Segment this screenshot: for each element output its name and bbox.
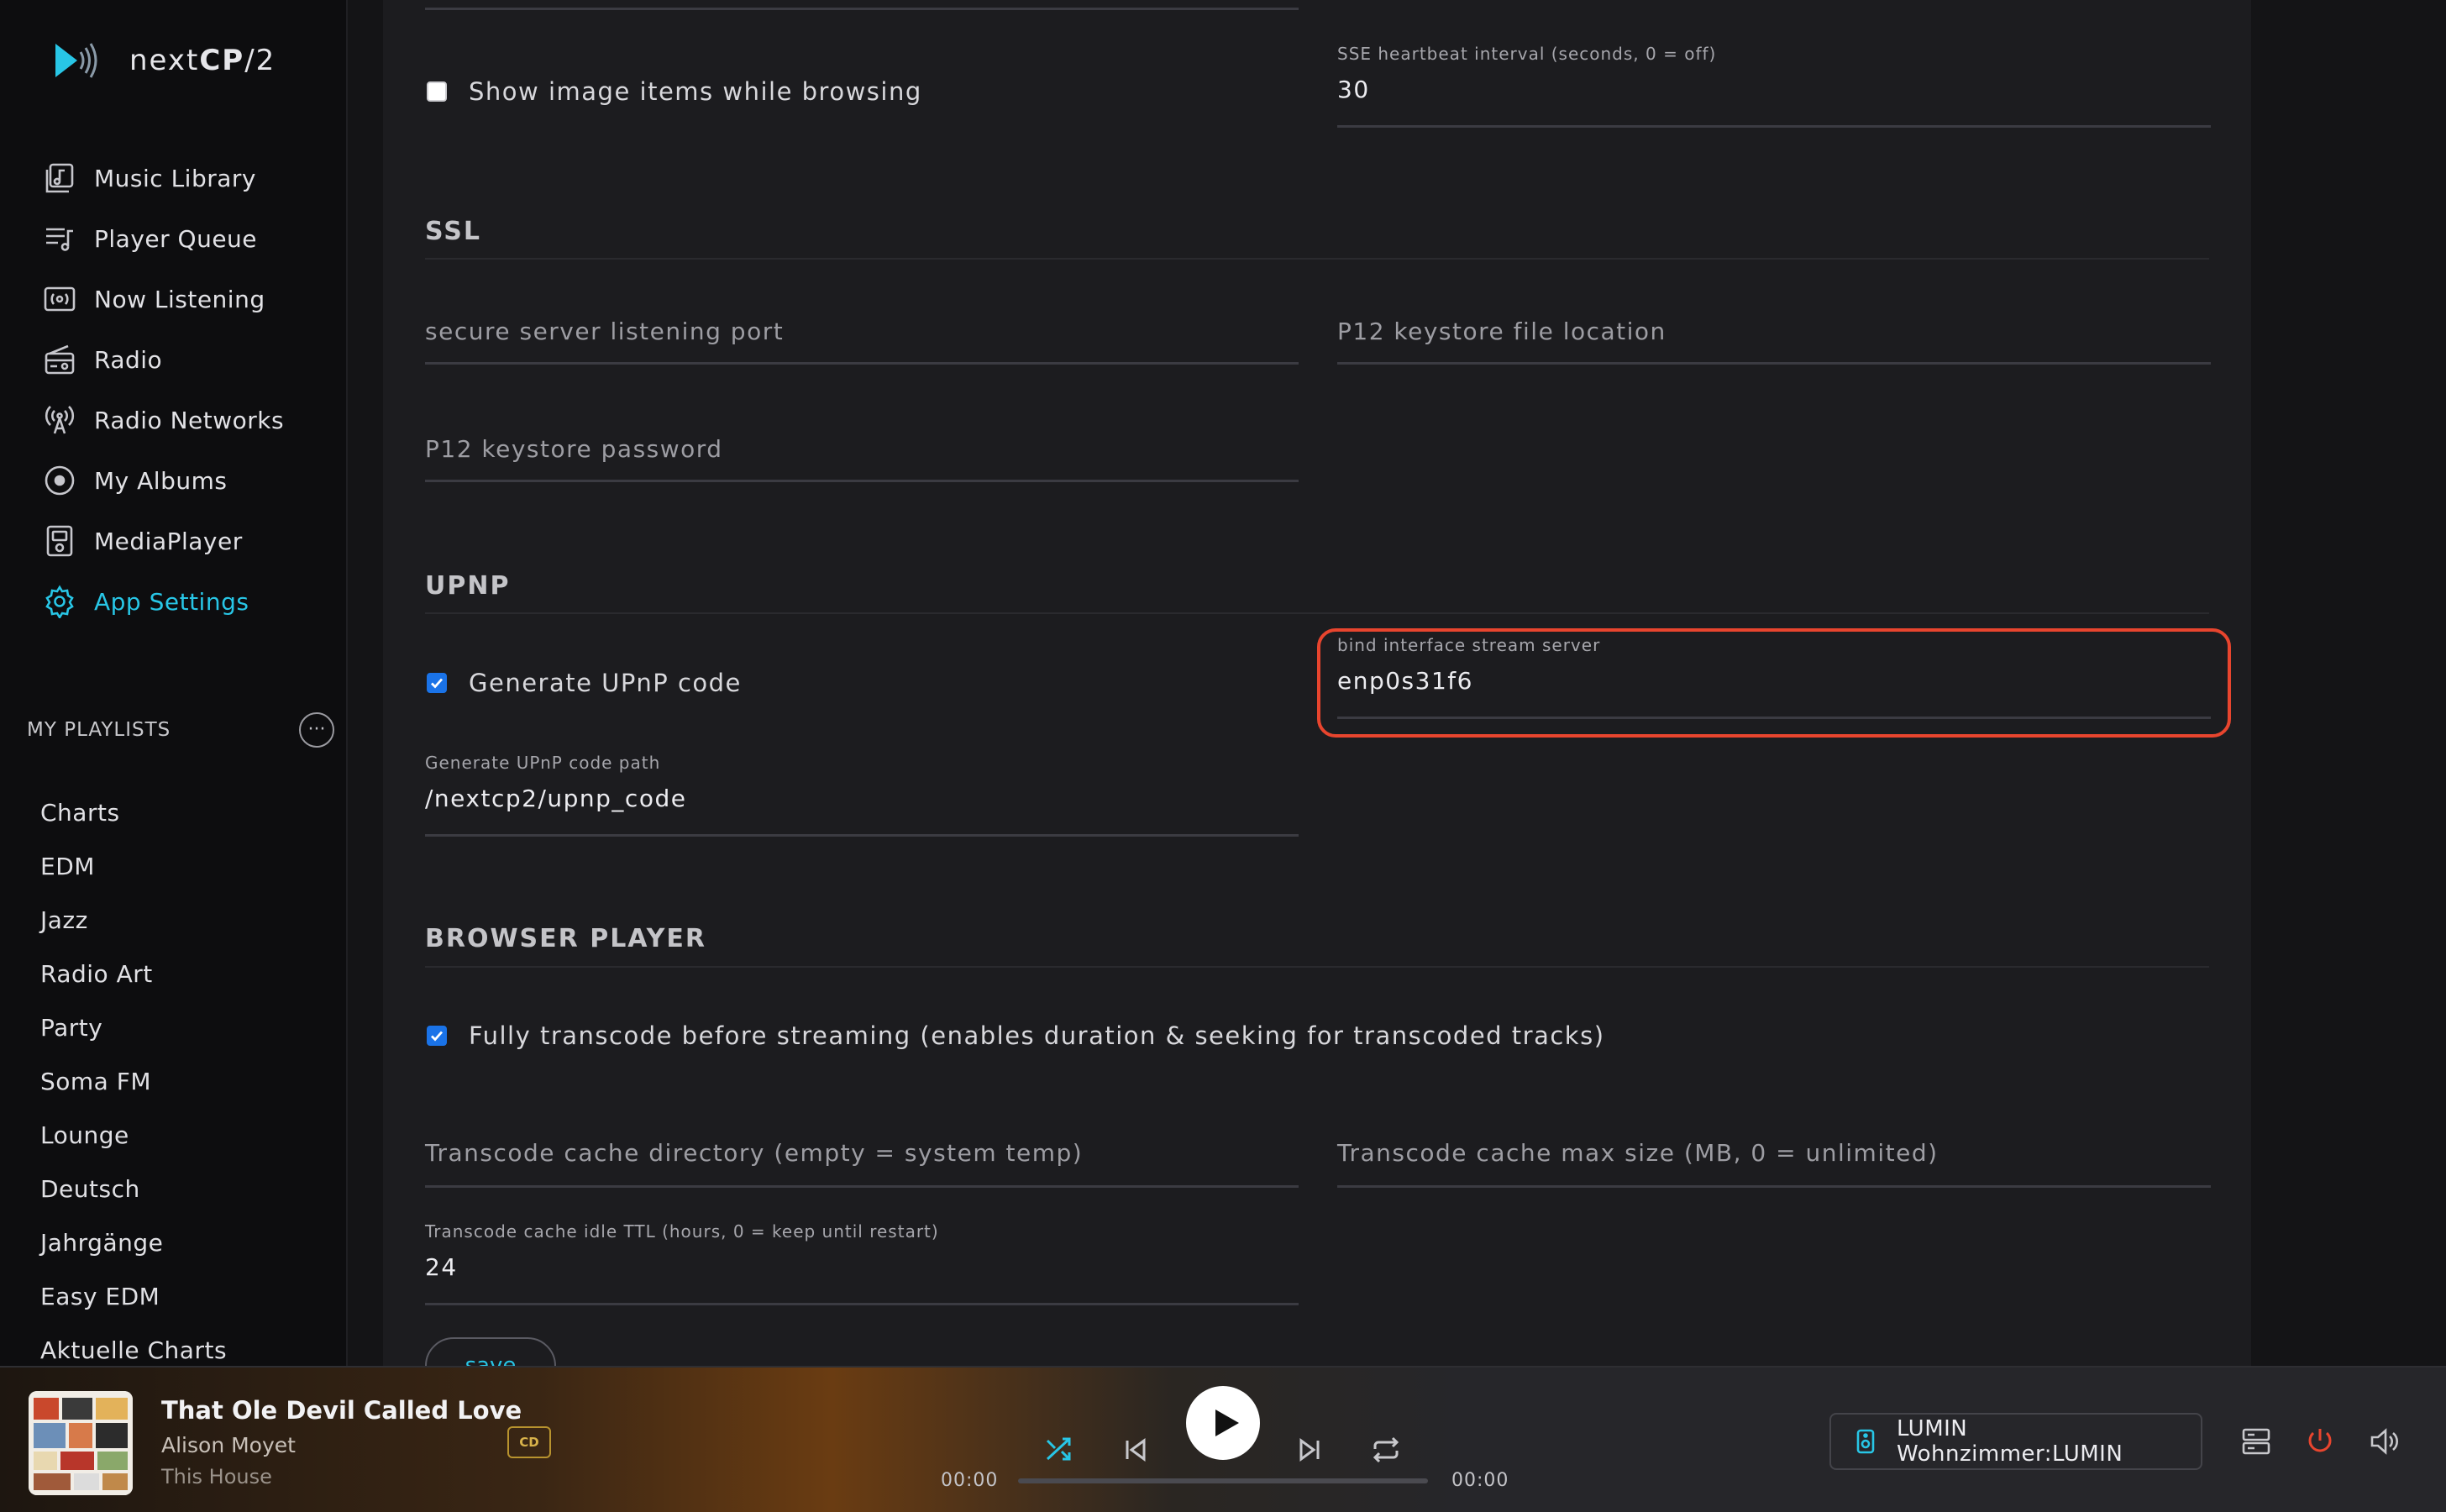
playlist-item[interactable]: Jahrgänge	[40, 1216, 227, 1270]
checkbox-checked[interactable]	[427, 1026, 447, 1046]
playlist-item[interactable]: Lounge	[40, 1109, 227, 1163]
volume-icon	[2370, 1428, 2398, 1455]
time-current: 00:00	[941, 1470, 999, 1491]
check-icon	[431, 1031, 444, 1042]
playlists-title: MY PLAYLISTS	[27, 719, 171, 741]
more-options-icon[interactable]: ···	[299, 712, 334, 748]
save-button[interactable]: save	[425, 1337, 556, 1366]
queue-icon	[40, 219, 79, 258]
gear-icon	[40, 582, 79, 621]
track-title[interactable]: That Ole Devil Called Love	[161, 1396, 522, 1425]
nav-item-radio-networks[interactable]: Radio Networks	[40, 390, 334, 450]
playlist-item[interactable]: Jazz	[40, 894, 227, 948]
album-cover[interactable]	[29, 1391, 133, 1495]
app-name: nextCP/2	[129, 44, 276, 77]
speaker-device-icon	[1856, 1429, 1875, 1454]
sidebar: nextCP/2 Music Library Player Queue Now …	[0, 0, 348, 1366]
album-cover-image	[29, 1391, 133, 1495]
play-icon	[1215, 1410, 1239, 1436]
cache-directory-field[interactable]: Transcode cache directory (empty = syste…	[425, 1132, 1299, 1188]
playlists-header: MY PLAYLISTS ···	[27, 712, 334, 748]
power-icon	[2308, 1429, 2332, 1452]
nav-item-radio[interactable]: Radio	[40, 329, 334, 390]
server-icon	[2242, 1428, 2270, 1455]
nav-item-my-albums[interactable]: My Albums	[40, 450, 334, 511]
logo-icon	[55, 43, 97, 78]
p12-location-field[interactable]: P12 keystore file location	[1337, 311, 2211, 365]
upnp-section-title: UPNP	[425, 571, 511, 601]
check-icon	[431, 678, 444, 689]
antenna-icon	[40, 401, 79, 439]
divider	[425, 612, 2209, 614]
playlist-item[interactable]: Radio Art	[40, 948, 227, 1001]
browser-player-section-title: BROWSER PLAYER	[425, 924, 706, 953]
app-logo[interactable]: nextCP/2	[52, 37, 276, 84]
settings-panel: Show image items while browsing SSE hear…	[383, 0, 2251, 1366]
nav-item-media-player[interactable]: MediaPlayer	[40, 511, 334, 571]
generate-upnp-checkbox[interactable]: Generate UPnP code	[427, 669, 742, 697]
renderer-select-button[interactable]: LUMIN Wohnzimmer:LUMIN	[1829, 1413, 2202, 1470]
track-album[interactable]: This House	[161, 1465, 272, 1488]
shuffle-button[interactable]	[1042, 1431, 1079, 1468]
full-transcode-checkbox[interactable]: Fully transcode before streaming (enable…	[427, 1021, 1605, 1050]
sse-heartbeat-field[interactable]: SSE heartbeat interval (seconds, 0 = off…	[1337, 42, 2211, 128]
shuffle-icon	[1046, 1437, 1071, 1461]
power-button[interactable]	[2302, 1423, 2338, 1460]
playlist-item[interactable]: Easy EDM	[40, 1270, 227, 1324]
track-artist[interactable]: Alison Moyet	[161, 1433, 296, 1457]
repeat-icon	[1373, 1436, 1399, 1463]
playlist-item[interactable]: Party	[40, 1001, 227, 1055]
main-nav: Music Library Player Queue Now Listening…	[40, 148, 334, 632]
playlist-item[interactable]: Deutsch	[40, 1163, 227, 1216]
playlist-item[interactable]: EDM	[40, 840, 227, 894]
bind-interface-field[interactable]: bind interface stream server enp0s31f6	[1337, 635, 2211, 719]
album-icon	[40, 461, 79, 500]
ssl-section-title: SSL	[425, 217, 481, 246]
radio-icon	[40, 340, 79, 379]
next-button[interactable]	[1291, 1431, 1328, 1468]
previous-field[interactable]	[425, 0, 1299, 10]
upnp-code-path-field[interactable]: Generate UPnP code path /nextcp2/upnp_co…	[425, 753, 1299, 837]
playlist-list: Charts EDM Jazz Radio Art Party Soma FM …	[40, 786, 227, 1378]
time-total: 00:00	[1451, 1470, 1509, 1491]
checkbox-checked[interactable]	[427, 673, 447, 693]
nav-item-music-library[interactable]: Music Library	[40, 148, 334, 208]
p12-password-field[interactable]: P12 keystore password	[425, 428, 1299, 482]
playlist-item[interactable]: Charts	[40, 786, 227, 840]
cache-ttl-field[interactable]: Transcode cache idle TTL (hours, 0 = kee…	[425, 1221, 1299, 1305]
divider	[425, 966, 2209, 968]
player-bar: That Ole Devil Called Love Alison Moyet …	[0, 1366, 2446, 1512]
divider	[425, 258, 2209, 260]
music-library-icon	[40, 159, 79, 197]
show-image-items-checkbox[interactable]: Show image items while browsing	[427, 77, 922, 106]
progress-bar[interactable]	[1018, 1478, 1428, 1483]
cache-max-size-field[interactable]: Transcode cache max size (MB, 0 = unlimi…	[1337, 1132, 2211, 1188]
previous-button[interactable]	[1117, 1431, 1154, 1468]
checkbox-unchecked[interactable]	[427, 81, 447, 102]
repeat-button[interactable]	[1367, 1431, 1404, 1468]
nav-item-player-queue[interactable]: Player Queue	[40, 208, 334, 269]
play-button[interactable]	[1186, 1386, 1260, 1460]
nav-item-now-listening[interactable]: Now Listening	[40, 269, 334, 329]
quality-badge: CD	[507, 1426, 551, 1458]
skip-previous-icon	[1126, 1438, 1146, 1462]
now-listening-icon	[40, 280, 79, 318]
skip-next-icon	[1299, 1438, 1320, 1462]
server-select-button[interactable]	[2238, 1423, 2275, 1460]
volume-button[interactable]	[2365, 1423, 2402, 1460]
media-player-icon	[40, 522, 79, 560]
secure-port-field[interactable]: secure server listening port	[425, 311, 1299, 365]
playlist-item[interactable]: Soma FM	[40, 1055, 227, 1109]
nav-item-app-settings[interactable]: App Settings	[40, 571, 334, 632]
